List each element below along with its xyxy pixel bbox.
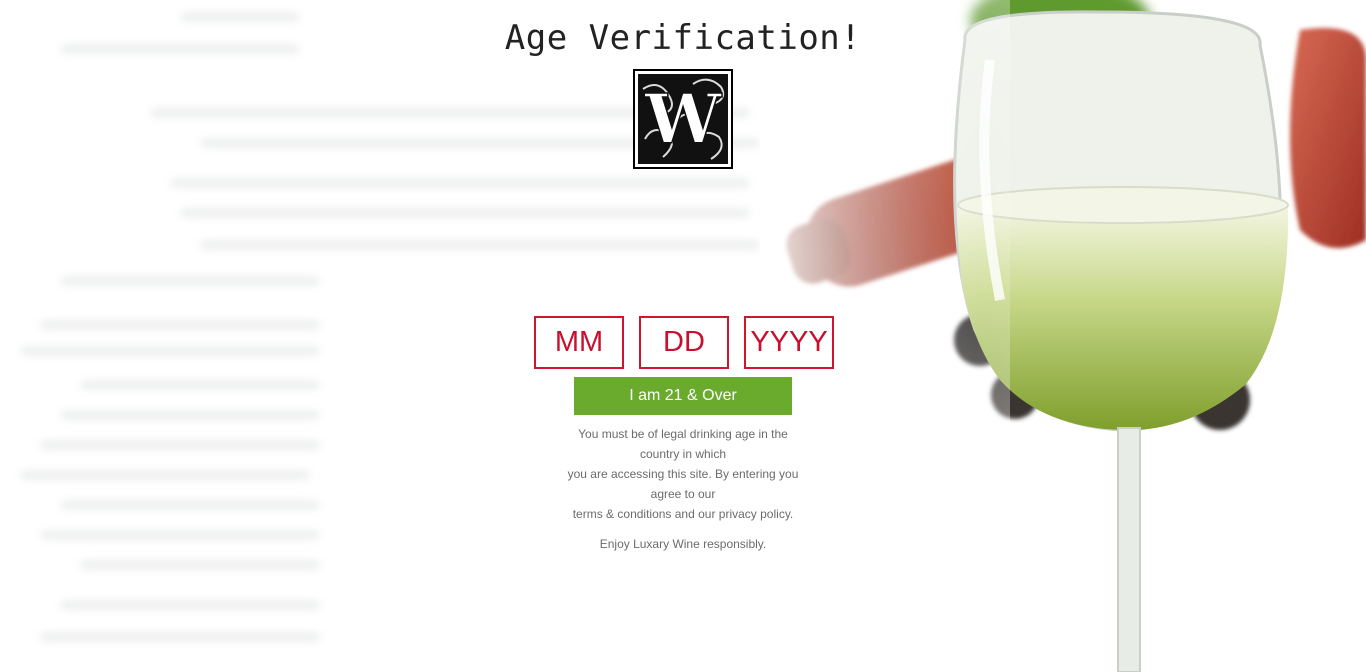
page-title: Age Verification! [504, 18, 862, 58]
responsibility-note: Enjoy Luxary Wine responsibly. [599, 537, 767, 551]
disclaimer-line-1: You must be of legal drinking age in the… [578, 427, 788, 461]
month-input[interactable] [534, 316, 624, 369]
ornate-letter-w-logo-icon: W [633, 69, 733, 169]
disclaimer-line-2: you are accessing this site. By entering… [567, 467, 799, 501]
legal-disclaimer: You must be of legal drinking age in the… [563, 424, 803, 524]
year-input[interactable] [744, 316, 834, 369]
disclaimer-line-3: terms & conditions and our privacy polic… [572, 507, 794, 521]
age-verification-page: Age Verification! W I am 21 & Over You m… [0, 0, 1366, 672]
logo-letter: W [644, 80, 723, 160]
wine-glass-photo [760, 0, 1366, 672]
age-confirm-button[interactable]: I am 21 & Over [574, 377, 792, 415]
birthdate-fields [534, 316, 834, 369]
day-input[interactable] [639, 316, 729, 369]
